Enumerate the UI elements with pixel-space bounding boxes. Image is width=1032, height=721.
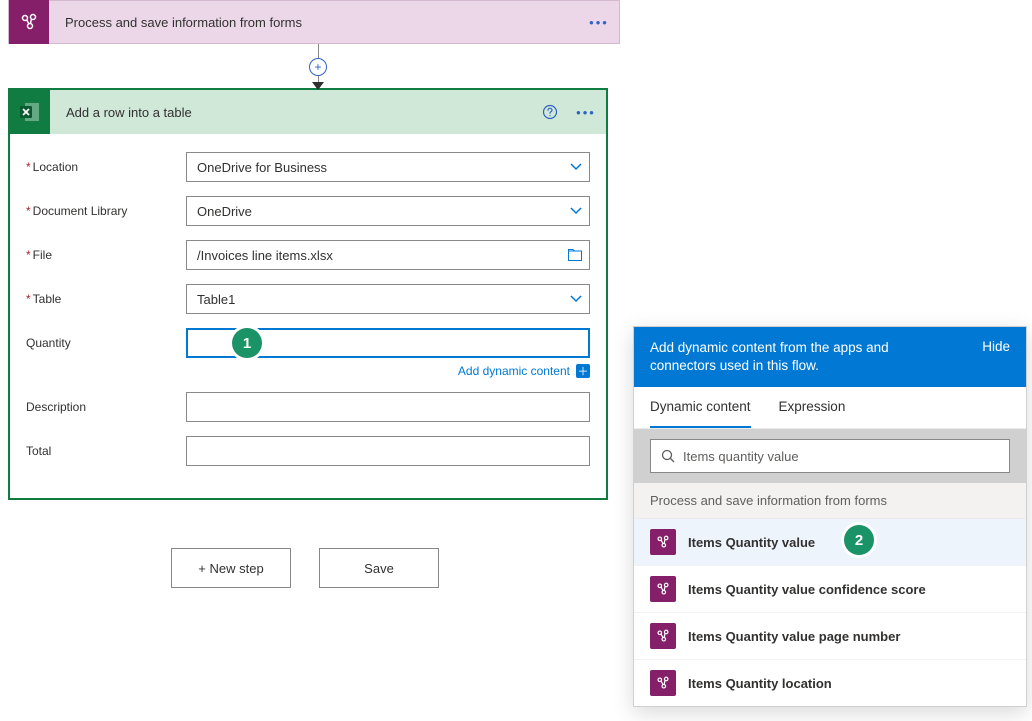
description-input[interactable] [186,392,590,422]
table-select[interactable] [186,284,590,314]
file-input[interactable] [186,240,590,270]
add-step-inline-button[interactable]: + [309,58,327,76]
ai-builder-icon [9,0,49,44]
document-library-label: *Document Library [26,204,186,218]
excel-icon [10,90,50,134]
action-card: Add a row into a table ••• *Location *Do… [8,88,608,500]
ai-builder-icon [650,670,676,696]
callout-badge-1: 1 [232,328,262,358]
dc-item-quantity-value[interactable]: Items Quantity value 2 [634,519,1026,566]
dc-item-quantity-location[interactable]: Items Quantity location [634,660,1026,706]
dc-item-quantity-page[interactable]: Items Quantity value page number [634,613,1026,660]
total-label: Total [26,444,186,458]
dc-item-quantity-confidence[interactable]: Items Quantity value confidence score [634,566,1026,613]
folder-picker-icon[interactable] [568,249,582,261]
action-header[interactable]: Add a row into a table ••• [10,90,606,134]
new-step-button[interactable]: + New step [171,548,291,588]
arrow-down-icon [312,82,324,90]
quantity-label: Quantity [26,336,186,350]
document-library-select[interactable] [186,196,590,226]
hide-panel-button[interactable]: Hide [982,339,1010,354]
location-label: *Location [26,160,186,174]
callout-badge-2: 2 [844,525,874,555]
tab-dynamic-content[interactable]: Dynamic content [650,387,751,428]
ai-builder-icon [650,576,676,602]
dynamic-content-search-input[interactable] [683,449,1009,464]
dynamic-content-group-header: Process and save information from forms [634,483,1026,519]
trigger-more-button[interactable]: ••• [579,15,619,30]
table-label: *Table [26,292,186,306]
help-icon[interactable] [542,104,566,120]
trigger-card[interactable]: Process and save information from forms … [8,0,620,44]
description-label: Description [26,400,186,414]
search-icon [661,449,675,463]
trigger-title: Process and save information from forms [49,15,579,30]
action-title: Add a row into a table [50,105,542,120]
ai-builder-icon [650,623,676,649]
total-input[interactable] [186,436,590,466]
ai-builder-icon [650,529,676,555]
dynamic-content-panel: Add dynamic content from the apps and co… [633,326,1027,707]
location-select[interactable] [186,152,590,182]
tab-expression[interactable]: Expression [779,387,846,428]
plus-icon: ＋ [576,364,590,378]
connector: + [8,44,628,88]
action-more-button[interactable]: ••• [566,105,606,120]
save-button[interactable]: Save [319,548,439,588]
dynamic-content-header: Add dynamic content from the apps and co… [634,327,1026,387]
add-dynamic-content-link[interactable]: Add dynamic content ＋ [458,364,590,378]
dynamic-content-search[interactable] [650,439,1010,473]
file-label: *File [26,248,186,262]
